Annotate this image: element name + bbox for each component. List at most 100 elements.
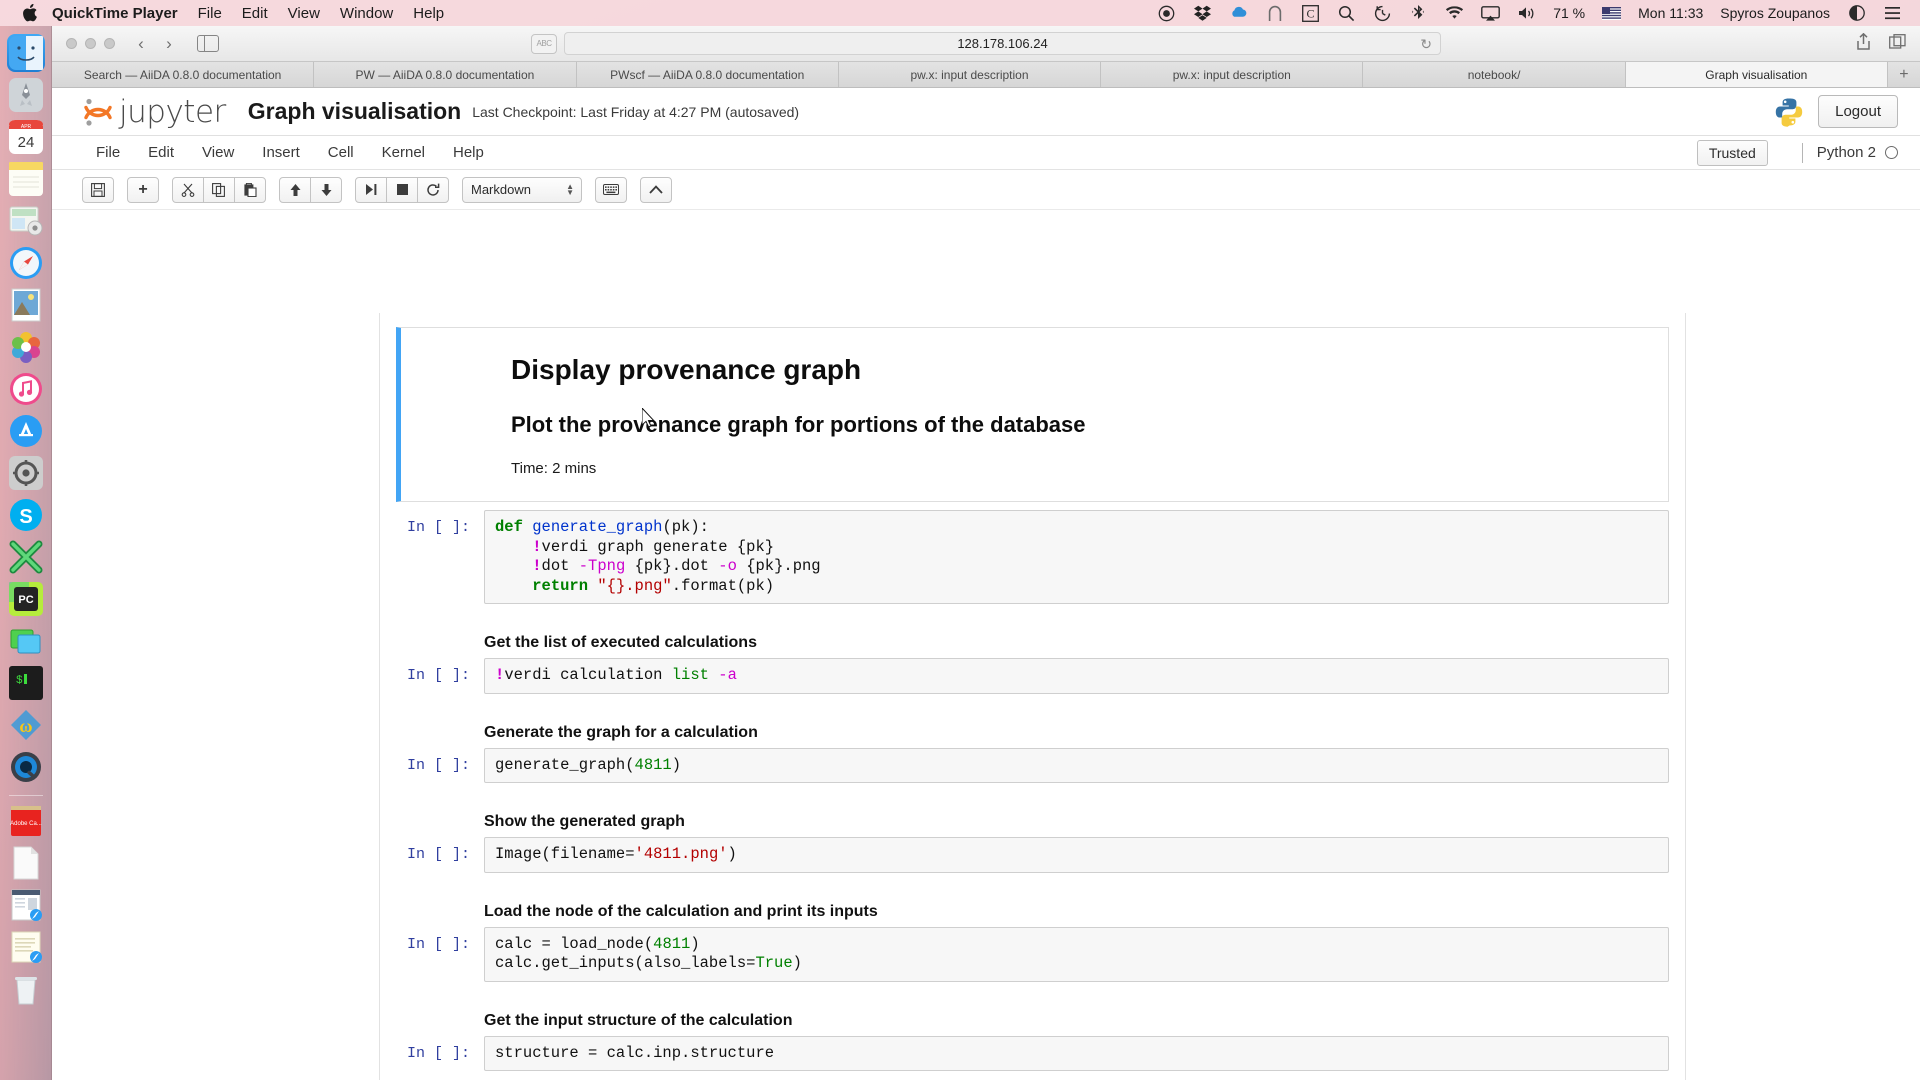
browser-tab-3[interactable]: pw.x: input description (839, 62, 1102, 87)
control-center-icon[interactable] (1847, 4, 1866, 23)
dock-item-photos[interactable] (7, 328, 45, 366)
dock-item-xquartz[interactable] (7, 538, 45, 576)
reader-view-button[interactable]: ABC (531, 33, 557, 54)
dock-item-system-preferences[interactable] (7, 454, 45, 492)
kernel-status-indicator-icon[interactable] (1885, 146, 1898, 159)
dock-item-itunes[interactable] (7, 370, 45, 408)
dock-item-notes[interactable] (7, 160, 45, 198)
address-bar[interactable]: 128.178.106.24 ↻ (564, 32, 1441, 55)
keyboard-icon[interactable] (595, 176, 627, 203)
dock-item-quicktime-player[interactable] (7, 748, 45, 786)
save-icon[interactable] (82, 176, 114, 203)
wifi-icon[interactable] (1445, 4, 1464, 23)
close-window-button[interactable] (66, 38, 77, 49)
dock-item-parallels[interactable] (7, 622, 45, 660)
dock-item-document-white[interactable] (7, 844, 45, 882)
notification-center-icon[interactable] (1883, 4, 1902, 23)
cut-icon[interactable] (172, 176, 204, 203)
kernel-name[interactable]: Python 2 (1817, 144, 1876, 161)
dock-item-pycharm[interactable]: PC (7, 580, 45, 618)
code-cell[interactable]: In [ ]: def generate_graph(pk): !verdi gr… (396, 510, 1669, 604)
dock-item-mathematica[interactable]: ω (7, 706, 45, 744)
apple-logo-icon[interactable] (20, 3, 38, 23)
browser-tab-2[interactable]: PWscf — AiiDA 0.8.0 documentation (577, 62, 839, 87)
dock-item-adobe-acrobat[interactable]: Adobe Ca... (7, 802, 45, 840)
minimize-window-button[interactable] (85, 38, 96, 49)
code-editor-area[interactable]: Image(filename='4811.png') (484, 837, 1669, 873)
restart-kernel-icon[interactable] (417, 176, 449, 203)
bluetooth-icon[interactable] (1409, 4, 1428, 23)
dock-item-maps-settings[interactable] (7, 202, 45, 240)
jupyter-menu-file[interactable]: File (82, 140, 134, 165)
copy-icon[interactable] (203, 176, 235, 203)
dock-item-finder[interactable] (6, 34, 45, 72)
code-editor-area[interactable]: structure = calc.inp.structure (484, 1035, 1669, 1071)
input-source-flag-icon[interactable] (1602, 4, 1622, 23)
chevron-up-icon[interactable] (640, 176, 672, 203)
dock-item-trash[interactable] (7, 970, 45, 1008)
menubar-item-file[interactable]: File (198, 5, 222, 22)
dock-item-document-web-1[interactable] (7, 886, 45, 924)
logout-button[interactable]: Logout (1818, 95, 1898, 128)
jupyter-menu-edit[interactable]: Edit (134, 140, 188, 165)
browser-tab-6[interactable]: Graph visualisation (1625, 62, 1888, 87)
back-button[interactable]: ‹ (133, 35, 149, 52)
time-machine-icon[interactable] (1373, 4, 1392, 23)
volume-icon[interactable] (1517, 4, 1536, 23)
reload-icon[interactable]: ↻ (1420, 37, 1432, 51)
code-cell[interactable]: In [ ]: calc = load_node(4811) calc.get_in… (396, 926, 1669, 982)
zoom-window-button[interactable] (104, 38, 115, 49)
stop-kernel-icon[interactable] (386, 176, 418, 203)
paste-icon[interactable] (234, 176, 266, 203)
dock-item-safari[interactable] (7, 244, 45, 282)
user-name[interactable]: Spyros Zoupanos (1720, 5, 1830, 21)
trusted-badge[interactable]: Trusted (1696, 139, 1768, 166)
jupyter-menu-help[interactable]: Help (439, 140, 498, 165)
menubar-item-edit[interactable]: Edit (242, 5, 268, 22)
browser-tab-1[interactable]: PW — AiiDA 0.8.0 documentation (314, 62, 577, 87)
menubar-item-help[interactable]: Help (413, 5, 444, 22)
dock-item-launchpad[interactable] (7, 76, 45, 114)
jupyter-menu-insert[interactable]: Insert (248, 140, 314, 165)
window-traffic-lights[interactable] (66, 38, 115, 49)
jupyter-logo[interactable]: jupyter (82, 94, 226, 130)
code-cell[interactable]: In [ ]: !verdi calculation list -a (396, 658, 1669, 694)
move-up-icon[interactable] (279, 176, 311, 203)
add-cell-icon[interactable]: + (127, 176, 159, 203)
menubar-item-window[interactable]: Window (340, 5, 393, 22)
markdown-cell-subheading[interactable]: Generate the graph for a calculation (396, 724, 1669, 742)
jupyter-menu-view[interactable]: View (188, 140, 248, 165)
show-all-tabs-icon[interactable] (1889, 34, 1906, 53)
cell-type-select[interactable]: Markdown ▲ ▼ (462, 176, 582, 203)
code-editor-area[interactable]: generate_graph(4811) (484, 747, 1669, 783)
clock[interactable]: Mon 11:33 (1638, 5, 1703, 21)
forward-button[interactable]: › (161, 35, 177, 52)
browser-tab-4[interactable]: pw.x: input description (1101, 62, 1364, 87)
jupyter-menu-kernel[interactable]: Kernel (368, 140, 439, 165)
dropbox-icon[interactable] (1193, 4, 1212, 23)
new-tab-button[interactable]: + (1888, 62, 1920, 87)
battery-percent[interactable]: 71 % (1553, 5, 1585, 21)
onedrive-icon[interactable] (1229, 4, 1248, 23)
code-cell[interactable]: In [ ]: generate_graph(4811) (396, 747, 1669, 783)
markdown-cell-header[interactable]: Display provenance graph Plot the proven… (396, 327, 1669, 502)
dock-item-terminal[interactable]: $ (7, 664, 45, 702)
markdown-cell-subheading[interactable]: Load the node of the calculation and pri… (396, 903, 1669, 921)
markdown-cell-subheading[interactable]: Show the generated graph (396, 813, 1669, 831)
sidebar-toggle-button[interactable] (197, 35, 219, 52)
code-editor-area[interactable]: !verdi calculation list -a (484, 658, 1669, 694)
menubar-item-view[interactable]: View (288, 5, 320, 22)
browser-tab-5[interactable]: notebook/ (1363, 62, 1626, 87)
dock-item-preview[interactable] (7, 286, 45, 324)
spotlight-search-icon[interactable] (1337, 4, 1356, 23)
airplay-icon[interactable] (1481, 4, 1501, 23)
code-editor-area[interactable]: calc = load_node(4811) calc.get_inputs(al… (484, 926, 1669, 982)
dock-item-skype[interactable]: S (7, 496, 45, 534)
share-icon[interactable] (1856, 32, 1871, 54)
move-down-icon[interactable] (310, 176, 342, 203)
jupyter-menu-cell[interactable]: Cell (314, 140, 368, 165)
code-cell[interactable]: In [ ]: structure = calc.inp.structure (396, 1035, 1669, 1071)
menubar-app-name[interactable]: QuickTime Player (52, 5, 178, 22)
screen-record-icon[interactable] (1157, 4, 1176, 23)
dock-item-document-web-2[interactable] (7, 928, 45, 966)
